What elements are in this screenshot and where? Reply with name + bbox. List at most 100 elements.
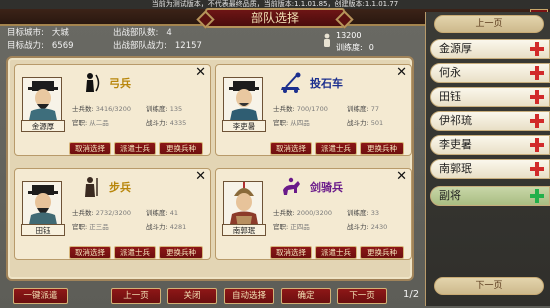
training-level-value: 41 [169, 209, 178, 217]
cancel-selection-button[interactable]: 取消选择 [69, 142, 111, 155]
dispatch-soldiers-button[interactable]: 派遣士兵 [315, 246, 357, 259]
training-level-value: 135 [169, 105, 183, 113]
dispatch-soldiers-button[interactable]: 派遣士兵 [114, 142, 156, 155]
general-list-item[interactable]: 李吏暑 [430, 135, 550, 155]
training-level-label: 训练度: [146, 105, 168, 113]
change-unit-button[interactable]: 更换兵种 [360, 142, 404, 155]
next-page-button[interactable]: 下一页 [337, 288, 387, 304]
dispatch-all-button[interactable]: 一键派遣 [13, 288, 68, 304]
target-city-stat: 目标城市: 大城 [7, 27, 69, 39]
soldier-count-label: 士兵数: [273, 209, 295, 217]
auto-select-button[interactable]: 自动选择 [224, 288, 274, 304]
official-rank-value: 正四品 [290, 223, 310, 231]
troop-selection-screen: 当前为测试版本，不代表最终品质，当前版本:1.1.01.85，创建版本:1.1.… [0, 0, 550, 308]
general-list-label: 田钰 [439, 90, 461, 103]
target-power-label: 目标战力: [7, 41, 44, 51]
troop-count-stat: 出战部队数: 4 [113, 27, 172, 39]
target-city-label: 目标城市: [7, 28, 44, 38]
general-list-item-deputy[interactable]: 副将 [430, 186, 550, 206]
catapult-icon [281, 72, 301, 93]
plus-icon[interactable] [529, 137, 545, 153]
general-list-item[interactable]: 金源厚 [430, 39, 550, 59]
general-list-item[interactable]: 南郭珉 [430, 159, 550, 179]
plus-icon[interactable] [529, 161, 545, 177]
confirm-button[interactable]: 确定 [281, 288, 331, 304]
troop-power-stat: 出战部队战力: 12157 [113, 40, 202, 52]
soldier-count-value: 700/1700 [296, 105, 328, 113]
training-level-value: 77 [370, 105, 379, 113]
target-power-stat: 目标战力: 6569 [7, 40, 74, 52]
change-unit-button[interactable]: 更换兵种 [360, 246, 404, 259]
prev-page-button[interactable]: 上一页 [111, 288, 161, 304]
general-list-item[interactable]: 伊祁琉 [430, 111, 550, 131]
troop-card: ✕ 南郭珉 剑骑兵 士兵数: 2000/3200 训练度: 33 官职: 正四品 战斗… [215, 168, 412, 260]
troop-card: ✕ 金源厚 弓兵 士兵数: 3416/3200 训练度: 135 官职: 从二品 战斗… [14, 64, 211, 156]
page-title: 部队选择 [205, 8, 345, 28]
dispatch-soldiers-button[interactable]: 派遣士兵 [315, 142, 357, 155]
general-portrait: 金源厚 [21, 77, 65, 132]
soldier-icon [324, 33, 330, 47]
troop-count-value: 4 [166, 28, 172, 38]
general-list-label: 李吏暑 [439, 138, 472, 151]
cancel-selection-button[interactable]: 取消选择 [270, 246, 312, 259]
remove-card-icon[interactable]: ✕ [396, 66, 407, 80]
training-level: 训练度: 77 [347, 103, 379, 113]
general-list-item[interactable]: 何永 [430, 63, 550, 83]
training-stat: 训练度: 0 [336, 42, 374, 53]
remove-card-icon[interactable]: ✕ [195, 66, 206, 80]
change-unit-button[interactable]: 更换兵种 [159, 142, 203, 155]
general-portrait: 田钰 [21, 181, 65, 236]
general-list-panel: 上一页 金源厚 何永 田钰 伊祁琉 李吏暑 南郭珉 副将 下一页 [425, 12, 550, 306]
close-button[interactable]: 关闭 [167, 288, 217, 304]
combat-power-value: 2430 [370, 223, 388, 231]
plus-icon[interactable] [529, 188, 545, 204]
combat-power-label: 战斗力: [347, 223, 369, 231]
troop-card: ✕ 田钰 步兵 士兵数: 2732/3200 训练度: 41 官职: 正三品 战斗力:… [14, 168, 211, 260]
troop-power-label: 出战部队战力: [113, 41, 167, 51]
official-rank: 官职: 从二品 [72, 117, 109, 127]
cancel-selection-button[interactable]: 取消选择 [270, 142, 312, 155]
combat-power: 战斗力: 4281 [146, 221, 186, 231]
remove-card-icon[interactable]: ✕ [396, 170, 407, 184]
official-rank-label: 官职: [273, 119, 289, 127]
soldier-count-value: 2000/3200 [296, 209, 332, 217]
official-rank-label: 官职: [72, 223, 88, 231]
plus-icon[interactable] [529, 89, 545, 105]
unit-name: 投石车 [310, 77, 343, 90]
soldier-count: 士兵数: 2000/3200 [273, 207, 332, 217]
side-next-page-button[interactable]: 下一页 [434, 277, 544, 295]
official-rank-value: 正三品 [89, 223, 109, 231]
dispatch-soldiers-button[interactable]: 派遣士兵 [114, 246, 156, 259]
cancel-selection-button[interactable]: 取消选择 [69, 246, 111, 259]
general-list-label: 伊祁琉 [439, 114, 472, 127]
soldier-count-value: 2732/3200 [95, 209, 131, 217]
combat-power-value: 501 [370, 119, 384, 127]
soldier-count-label: 士兵数: [72, 209, 94, 217]
side-prev-page-button[interactable]: 上一页 [434, 15, 544, 33]
plus-icon[interactable] [529, 41, 545, 57]
troop-count-label: 出战部队数: [113, 28, 159, 38]
resource-value: 13200 [336, 31, 362, 40]
official-rank: 官职: 从四品 [273, 117, 310, 127]
plus-icon[interactable] [529, 65, 545, 81]
target-city-value: 大城 [51, 28, 69, 38]
combat-power-label: 战斗力: [347, 119, 369, 127]
combat-power: 战斗力: 501 [347, 117, 383, 127]
official-rank-label: 官职: [72, 119, 88, 127]
unit-name: 步兵 [109, 181, 131, 194]
soldier-count-label: 士兵数: [273, 105, 295, 113]
official-rank: 官职: 正三品 [72, 221, 109, 231]
training-level-label: 训练度: [347, 105, 369, 113]
bottom-toolbar: 一键派遣 上一页 关闭 自动选择 确定 下一页 [0, 284, 425, 308]
general-list-label: 南郭珉 [439, 162, 472, 175]
general-list-label: 副将 [439, 189, 461, 202]
training-level-value: 33 [370, 209, 379, 217]
plus-icon[interactable] [529, 113, 545, 129]
training-level: 训练度: 33 [347, 207, 379, 217]
official-rank-value: 从四品 [290, 119, 310, 127]
change-unit-button[interactable]: 更换兵种 [159, 246, 203, 259]
remove-card-icon[interactable]: ✕ [195, 170, 206, 184]
troop-card: ✕ 李吏暑 投石车 士兵数: 700/1700 训练度: 77 官职: 从四品 战斗力… [215, 64, 412, 156]
combat-power-value: 4281 [169, 223, 187, 231]
general-list-item[interactable]: 田钰 [430, 87, 550, 107]
